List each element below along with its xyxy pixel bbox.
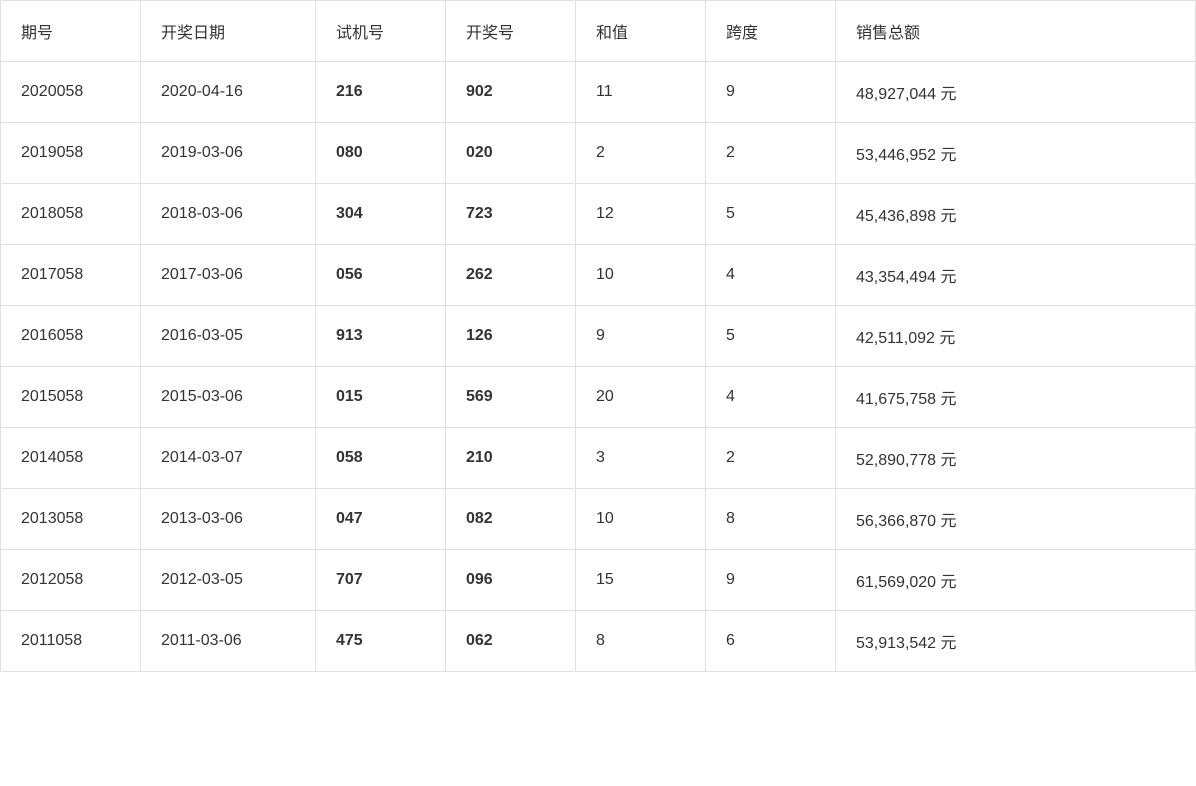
cell-shiji: 058 (316, 428, 446, 489)
cell-date: 2011-03-06 (141, 611, 316, 672)
cell-kuadu: 4 (706, 245, 836, 306)
cell-date: 2014-03-07 (141, 428, 316, 489)
table-row: 20110582011-03-064750628653,913,542 元 (1, 611, 1196, 672)
cell-shiji: 080 (316, 123, 446, 184)
cell-kaijang: 902 (446, 62, 576, 123)
cell-date: 2019-03-06 (141, 123, 316, 184)
cell-qihao: 2019058 (1, 123, 141, 184)
cell-kuadu: 8 (706, 489, 836, 550)
header-kuadu: 跨度 (706, 1, 836, 62)
cell-qihao: 2016058 (1, 306, 141, 367)
table-row: 20190582019-03-060800202253,446,952 元 (1, 123, 1196, 184)
cell-qihao: 2018058 (1, 184, 141, 245)
header-date: 开奖日期 (141, 1, 316, 62)
header-kaijang: 开奖号 (446, 1, 576, 62)
cell-date: 2016-03-05 (141, 306, 316, 367)
table-row: 20170582017-03-0605626210443,354,494 元 (1, 245, 1196, 306)
table-header-row: 期号 开奖日期 试机号 开奖号 和值 跨度 销售总额 (1, 1, 1196, 62)
cell-hezhi: 11 (576, 62, 706, 123)
cell-sales: 48,927,044 元 (836, 62, 1196, 123)
cell-date: 2018-03-06 (141, 184, 316, 245)
table-row: 20160582016-03-059131269542,511,092 元 (1, 306, 1196, 367)
table-row: 20130582013-03-0604708210856,366,870 元 (1, 489, 1196, 550)
cell-kaijang: 126 (446, 306, 576, 367)
cell-qihao: 2014058 (1, 428, 141, 489)
cell-hezhi: 3 (576, 428, 706, 489)
cell-date: 2020-04-16 (141, 62, 316, 123)
header-qihao: 期号 (1, 1, 141, 62)
cell-shiji: 056 (316, 245, 446, 306)
cell-kaijang: 210 (446, 428, 576, 489)
cell-kuadu: 5 (706, 184, 836, 245)
cell-kaijang: 062 (446, 611, 576, 672)
cell-shiji: 216 (316, 62, 446, 123)
cell-kuadu: 9 (706, 550, 836, 611)
cell-sales: 56,366,870 元 (836, 489, 1196, 550)
cell-sales: 61,569,020 元 (836, 550, 1196, 611)
cell-kaijang: 262 (446, 245, 576, 306)
cell-qihao: 2011058 (1, 611, 141, 672)
cell-sales: 45,436,898 元 (836, 184, 1196, 245)
cell-sales: 52,890,778 元 (836, 428, 1196, 489)
cell-kuadu: 9 (706, 62, 836, 123)
cell-kuadu: 6 (706, 611, 836, 672)
cell-date: 2013-03-06 (141, 489, 316, 550)
cell-kaijang: 082 (446, 489, 576, 550)
cell-kuadu: 4 (706, 367, 836, 428)
cell-hezhi: 9 (576, 306, 706, 367)
cell-shiji: 047 (316, 489, 446, 550)
cell-hezhi: 8 (576, 611, 706, 672)
cell-kaijang: 569 (446, 367, 576, 428)
cell-shiji: 475 (316, 611, 446, 672)
table-row: 20150582015-03-0601556920441,675,758 元 (1, 367, 1196, 428)
cell-sales: 53,446,952 元 (836, 123, 1196, 184)
cell-date: 2012-03-05 (141, 550, 316, 611)
cell-shiji: 913 (316, 306, 446, 367)
cell-hezhi: 12 (576, 184, 706, 245)
cell-hezhi: 20 (576, 367, 706, 428)
header-shiji: 试机号 (316, 1, 446, 62)
cell-qihao: 2015058 (1, 367, 141, 428)
cell-sales: 53,913,542 元 (836, 611, 1196, 672)
cell-hezhi: 10 (576, 489, 706, 550)
table-row: 20180582018-03-0630472312545,436,898 元 (1, 184, 1196, 245)
cell-hezhi: 10 (576, 245, 706, 306)
cell-qihao: 2012058 (1, 550, 141, 611)
cell-sales: 41,675,758 元 (836, 367, 1196, 428)
cell-date: 2017-03-06 (141, 245, 316, 306)
cell-hezhi: 15 (576, 550, 706, 611)
cell-kaijang: 020 (446, 123, 576, 184)
cell-date: 2015-03-06 (141, 367, 316, 428)
cell-hezhi: 2 (576, 123, 706, 184)
cell-shiji: 707 (316, 550, 446, 611)
header-sales: 销售总额 (836, 1, 1196, 62)
cell-kaijang: 723 (446, 184, 576, 245)
cell-shiji: 015 (316, 367, 446, 428)
lottery-table: 期号 开奖日期 试机号 开奖号 和值 跨度 销售总额 20200582020-0… (0, 0, 1196, 672)
cell-kuadu: 2 (706, 428, 836, 489)
header-hezhi: 和值 (576, 1, 706, 62)
cell-qihao: 2020058 (1, 62, 141, 123)
cell-kuadu: 2 (706, 123, 836, 184)
table-row: 20200582020-04-1621690211948,927,044 元 (1, 62, 1196, 123)
cell-sales: 42,511,092 元 (836, 306, 1196, 367)
cell-kaijang: 096 (446, 550, 576, 611)
cell-kuadu: 5 (706, 306, 836, 367)
table-row: 20140582014-03-070582103252,890,778 元 (1, 428, 1196, 489)
cell-qihao: 2013058 (1, 489, 141, 550)
table-row: 20120582012-03-0570709615961,569,020 元 (1, 550, 1196, 611)
cell-sales: 43,354,494 元 (836, 245, 1196, 306)
cell-shiji: 304 (316, 184, 446, 245)
cell-qihao: 2017058 (1, 245, 141, 306)
